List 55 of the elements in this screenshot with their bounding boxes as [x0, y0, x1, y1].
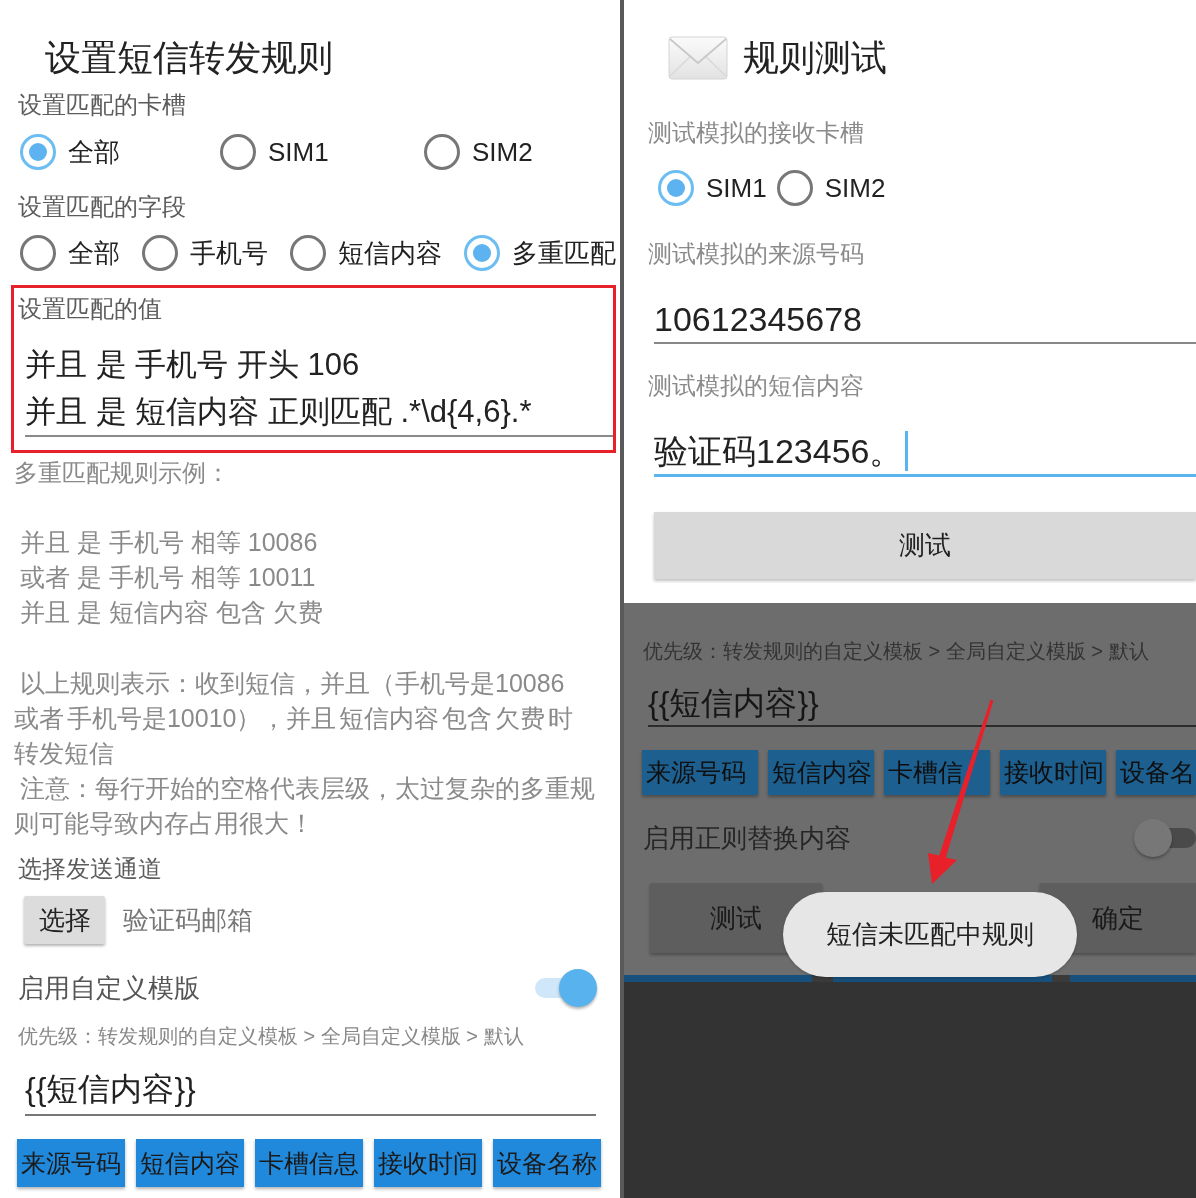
section-label: 设置匹配的值: [18, 294, 163, 324]
toggle-switch[interactable]: [1134, 818, 1196, 858]
section-label: 设置匹配的卡槽: [18, 90, 187, 120]
field-label: 测试模拟的短信内容: [648, 371, 865, 401]
tag-button[interactable]: 卡槽信息: [255, 1139, 363, 1187]
hint-text: 优先级：转发规则的自定义模板 > 全局自定义模版 > 默认: [18, 1024, 525, 1049]
radio-label[interactable]: SIM1: [706, 164, 767, 212]
text-area[interactable]: 并且 是 手机号 开头 106 并且 是 短信内容 正则匹配 .*\d{4,6}.*: [25, 341, 613, 437]
radio-label[interactable]: 手机号: [190, 229, 268, 277]
toggle-switch[interactable]: [535, 968, 597, 1008]
radio-label[interactable]: 全部: [68, 229, 120, 277]
example-rule: 并且 是 短信内容 包含 欠费: [20, 597, 324, 628]
template-field[interactable]: {{短信内容}}: [648, 681, 1196, 727]
radio-label[interactable]: SIM1: [268, 128, 329, 176]
radio-button[interactable]: [20, 134, 56, 170]
toast-message: 短信未匹配中规则: [783, 892, 1077, 977]
section-label: 启用自定义模版: [18, 972, 200, 1005]
dialog-title: 设置短信转发规则: [45, 36, 334, 80]
tag-button[interactable]: 短信内容: [136, 1139, 244, 1187]
hint-text: 优先级：转发规则的自定义模板 > 全局自定义模版 > 默认: [643, 639, 1150, 664]
text-cursor-icon: [905, 431, 909, 471]
radio-button[interactable]: [776, 170, 813, 206]
radio-label[interactable]: SIM2: [824, 164, 886, 212]
radio-button[interactable]: [20, 235, 56, 271]
radio-label[interactable]: 多重匹配: [512, 229, 616, 277]
radio-label[interactable]: SIM2: [472, 128, 533, 176]
tag-button[interactable]: 来源号码: [17, 1139, 125, 1187]
test-button[interactable]: 测试: [654, 512, 1196, 579]
envelope-icon: [668, 36, 728, 80]
example-rule: 并且 是 手机号 相等 10086: [20, 527, 319, 558]
input-field[interactable]: 10612345678: [654, 296, 1196, 344]
radio-label[interactable]: 全部: [68, 128, 120, 176]
radio-button[interactable]: [464, 235, 500, 271]
radio-button[interactable]: [658, 170, 694, 206]
section-label: 设置匹配的字段: [18, 192, 187, 222]
choose-button[interactable]: 选择: [24, 896, 105, 944]
example-rule: 或者 是 手机号 相等 10011: [20, 562, 317, 593]
radio-button[interactable]: [290, 235, 326, 271]
help-heading: 多重匹配规则示例：: [14, 458, 231, 488]
tag-button[interactable]: 设备名称: [493, 1139, 601, 1187]
template-field[interactable]: {{短信内容}}: [25, 1067, 596, 1116]
input-field[interactable]: 验证码123456。: [654, 428, 1196, 477]
field-label: 测试模拟的接收卡槽: [648, 118, 865, 148]
section-label: 选择发送通道: [18, 854, 163, 884]
radio-button[interactable]: [220, 134, 256, 170]
tag-button[interactable]: 接收时间: [374, 1139, 482, 1187]
channel-value: 验证码邮箱: [123, 903, 253, 937]
help-text: 以上规则表示：收到短信，并且（手机号是10086或者 手机号是10010），并且 短信内容 包含 欠费 时转发短信: [14, 668, 575, 769]
section-label: 启用正则替换内容: [643, 822, 851, 855]
help-text: 注意：每行开始的空格代表层级，太过复杂的多重规则可能导致内存占用很大！: [14, 773, 596, 839]
field-label: 测试模拟的来源号码: [648, 239, 865, 269]
dialog-title: 规则测试: [743, 36, 887, 80]
radio-button[interactable]: [424, 134, 460, 170]
radio-label[interactable]: 短信内容: [338, 229, 442, 277]
radio-button[interactable]: [142, 235, 178, 271]
